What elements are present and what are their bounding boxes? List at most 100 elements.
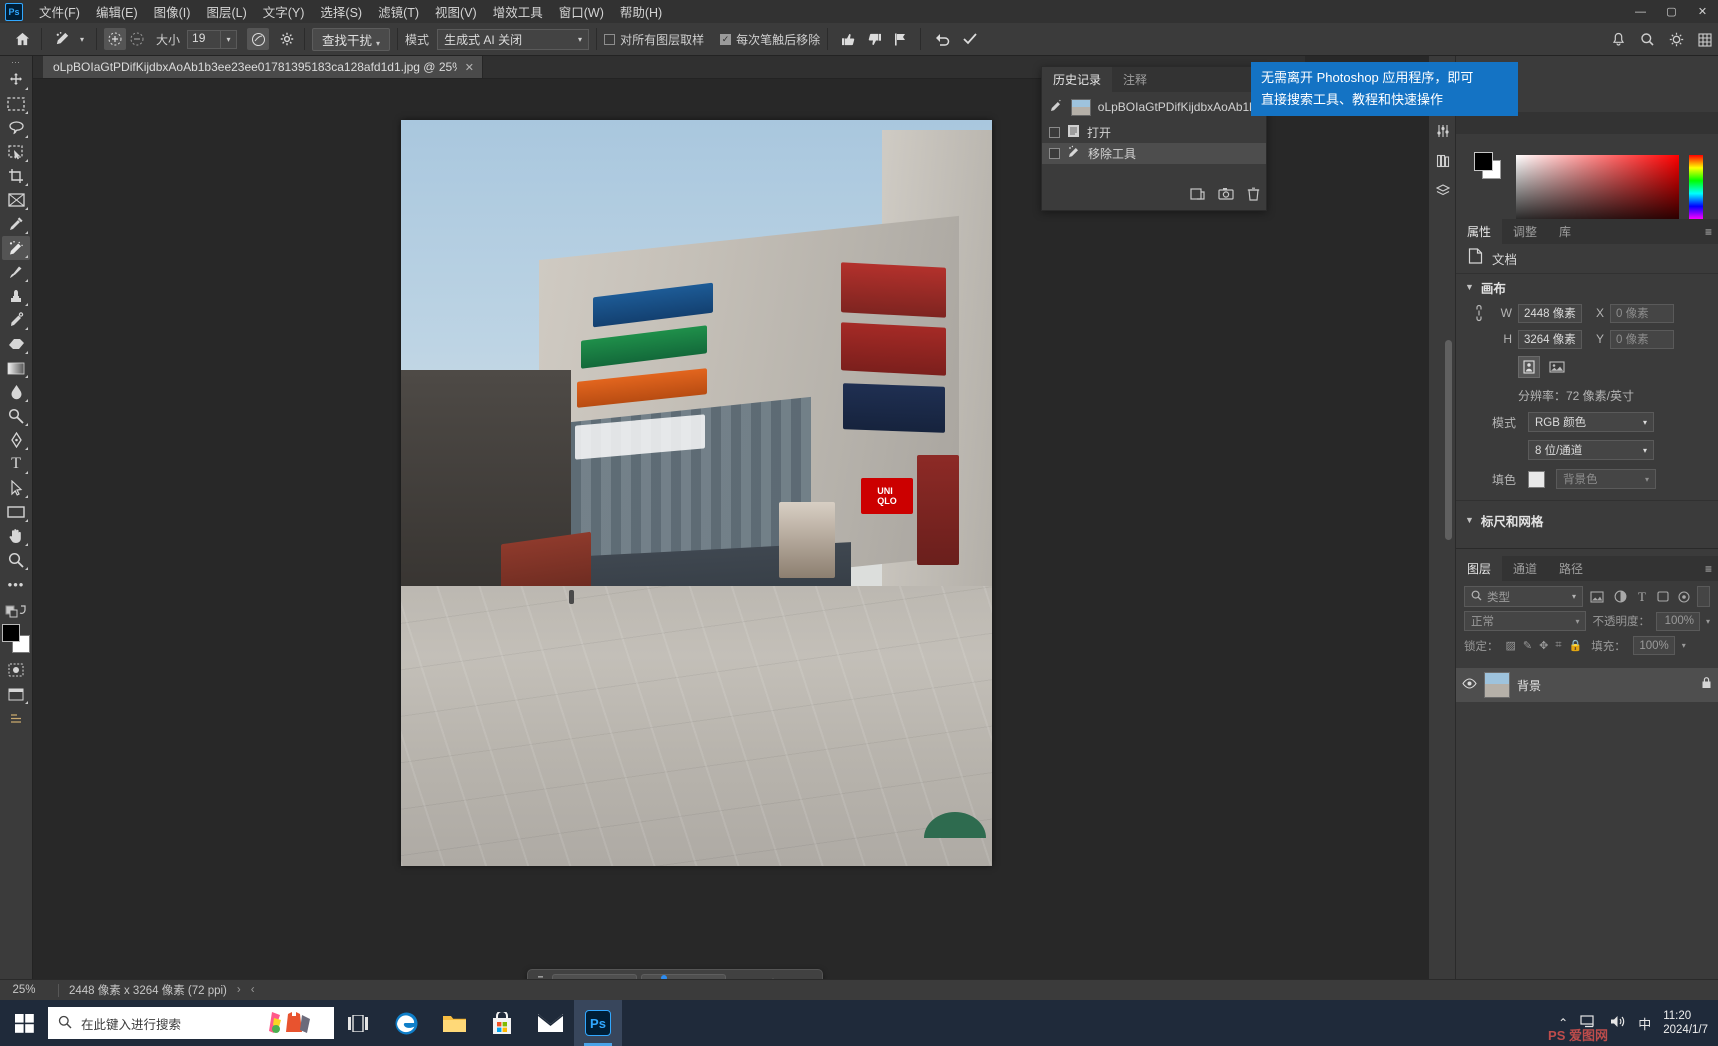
commit-check-icon[interactable] (956, 32, 984, 46)
zoom-tool[interactable] (2, 548, 30, 572)
type-tool[interactable]: T (2, 452, 30, 476)
lock-icon[interactable] (1701, 676, 1712, 694)
tab-channels[interactable]: 通道 (1502, 556, 1549, 581)
ime-indicator[interactable]: 中 (1638, 1014, 1651, 1033)
taskbar-microsoft-store[interactable] (478, 1000, 526, 1046)
bell-icon[interactable] (1611, 32, 1626, 47)
properties-panel-menu-icon[interactable]: ≡ (1705, 219, 1712, 244)
eraser-tool[interactable] (2, 332, 30, 356)
shape-filter-icon[interactable] (1655, 591, 1671, 602)
search-icon[interactable] (1640, 32, 1655, 47)
taskbar-clock[interactable]: 11:20 2024/1/7 (1663, 1009, 1708, 1037)
fill-color-swatch[interactable] (1528, 470, 1545, 488)
thumbs-up-icon[interactable] (835, 32, 861, 47)
taskbar-task-view[interactable] (334, 1000, 382, 1046)
filter-toggle[interactable] (1697, 586, 1710, 607)
vertical-scrollbar[interactable] (1445, 340, 1453, 540)
marquee-tool[interactable] (2, 92, 30, 116)
volume-icon[interactable] (1609, 1014, 1626, 1032)
thumbs-down-icon[interactable] (861, 32, 887, 47)
subtract-from-selection-button[interactable] (126, 32, 148, 46)
opacity-value[interactable]: 100% (1655, 611, 1700, 631)
tools-grip[interactable]: ⋯ (11, 58, 21, 68)
taskbar-mail[interactable] (526, 1000, 574, 1046)
rail-adjustments-icon[interactable] (1429, 116, 1456, 146)
size-chevron-icon[interactable]: ▾ (221, 29, 238, 49)
quick-mask-toggle[interactable] (2, 658, 30, 682)
hand-tool[interactable] (2, 524, 30, 548)
tab-layers[interactable]: 图层 (1456, 556, 1503, 581)
y-input[interactable]: 0 像素 (1610, 329, 1674, 349)
add-to-selection-button[interactable] (104, 28, 126, 50)
tab-adjustments[interactable]: 调整 (1502, 219, 1549, 244)
menu-image[interactable]: 图像(I) (146, 0, 199, 24)
rail-layers-icon[interactable] (1429, 176, 1456, 206)
history-brush-tool[interactable] (2, 308, 30, 332)
swap-colors-icon[interactable] (2, 602, 30, 620)
path-selection-tool[interactable] (2, 476, 30, 500)
lock-position-icon[interactable]: ✥ (1539, 639, 1548, 652)
status-collapse-icon[interactable]: ‹ (251, 984, 255, 996)
menu-edit[interactable]: 编辑(E) (88, 0, 146, 24)
brightness-icon[interactable] (1669, 32, 1684, 47)
eye-icon[interactable] (1462, 676, 1477, 694)
canvas-section-header[interactable]: ▼ 画布 (1456, 274, 1718, 300)
blend-mode-select[interactable]: 正常 ▾ (1464, 611, 1587, 631)
zoom-level[interactable]: 25% (0, 984, 48, 996)
flag-icon[interactable] (887, 32, 913, 47)
new-document-icon[interactable] (1190, 187, 1205, 206)
lock-image-icon[interactable]: ✎ (1523, 639, 1532, 652)
windows-start-icon[interactable] (0, 1000, 48, 1046)
layers-panel-menu-icon[interactable]: ≡ (1705, 556, 1712, 581)
document-tab[interactable]: oLpBOIaGtPDifKijdbxAoAb1b3ee23ee01781395… (43, 56, 483, 78)
snapshot-camera-icon[interactable] (1218, 187, 1234, 206)
vertical-scroll-thumb[interactable] (1445, 340, 1452, 540)
type-filter-icon[interactable]: T (1634, 589, 1650, 605)
taskbar-file-explorer[interactable] (430, 1000, 478, 1046)
find-distractions-button[interactable]: 查找干扰 ▾ (312, 27, 391, 51)
trash-icon[interactable] (1247, 187, 1260, 206)
height-input[interactable]: 3264 像素 (1518, 329, 1582, 349)
smart-filter-icon[interactable] (1676, 590, 1692, 603)
history-snapshot-row[interactable]: oLpBOIaGtPDifKijdbxAoAb1b3e... (1042, 92, 1266, 122)
foreground-color-swatch[interactable] (2, 624, 20, 642)
blur-tool[interactable] (2, 380, 30, 404)
tab-paths[interactable]: 路径 (1548, 556, 1595, 581)
brush-tool[interactable] (2, 260, 30, 284)
pixel-filter-icon[interactable] (1588, 590, 1606, 603)
menu-filter[interactable]: 滤镜(T) (370, 0, 427, 24)
remove-tool[interactable] (2, 236, 30, 260)
color-swatches[interactable] (1, 624, 31, 654)
pressure-icon[interactable] (247, 28, 270, 50)
link-icon[interactable] (1466, 304, 1488, 322)
landscape-orientation-icon[interactable] (1545, 357, 1569, 377)
minimize-button[interactable]: — (1625, 0, 1656, 23)
color-panel-foreground-swatch[interactable] (1474, 152, 1493, 171)
clone-stamp-tool[interactable] (2, 284, 30, 308)
edit-toolbar-button[interactable]: ••• (2, 572, 30, 596)
object-selection-tool[interactable] (2, 140, 30, 164)
rulers-grid-section-header[interactable]: ▼ 标尺和网格 (1456, 507, 1718, 533)
menu-help[interactable]: 帮助(H) (612, 0, 670, 24)
gradient-tool[interactable] (2, 356, 30, 380)
history-state-checkbox[interactable] (1049, 148, 1060, 159)
taskbar-search-box[interactable]: 在此键入进行搜索 (48, 1007, 334, 1039)
width-input[interactable]: 2448 像素 (1518, 303, 1582, 323)
crop-tool[interactable] (2, 164, 30, 188)
color-mode-select[interactable]: RGB 颜色 ▾ (1528, 412, 1654, 432)
menu-select[interactable]: 选择(S) (312, 0, 370, 24)
eyedropper-tool[interactable] (2, 212, 30, 236)
menu-layer[interactable]: 图层(L) (198, 0, 254, 24)
rectangle-tool[interactable] (2, 500, 30, 524)
tab-libraries[interactable]: 库 (1548, 219, 1583, 244)
status-expand-icon[interactable]: › (237, 984, 241, 996)
dodge-tool[interactable] (2, 404, 30, 428)
frame-tool[interactable] (2, 188, 30, 212)
rail-libraries-icon[interactable] (1429, 146, 1456, 176)
canvas-area[interactable]: UNIQLO 选择主体 (33, 79, 1305, 1015)
undo-icon[interactable] (928, 32, 956, 47)
menu-view[interactable]: 视图(V) (427, 0, 485, 24)
remove-tool-icon[interactable] (49, 31, 75, 47)
portrait-orientation-icon[interactable] (1518, 356, 1540, 378)
lock-all-icon[interactable]: 🔒 (1569, 639, 1583, 652)
